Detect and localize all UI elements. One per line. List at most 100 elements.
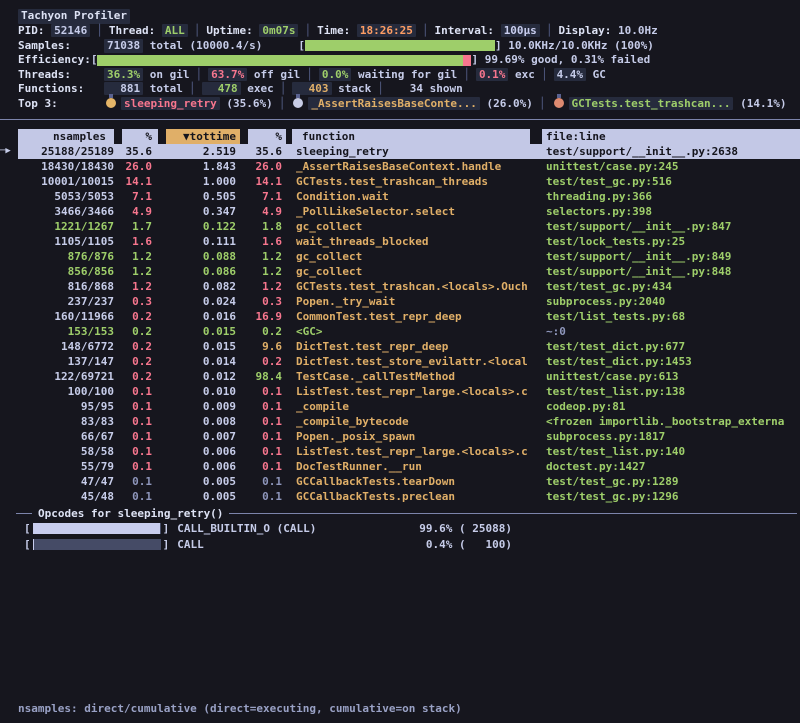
table-row[interactable]: 55/79 0.1 0.006 0.1 DocTestRunner.__run … (0, 459, 800, 474)
cell-nsamples: 137/147 (18, 354, 114, 369)
table-row[interactable]: 1221/1267 1.7 0.122 1.8 gc_collect test/… (0, 219, 800, 234)
column-header-file-line[interactable]: file:line (530, 129, 800, 144)
table-row[interactable]: 47/47 0.1 0.005 0.1 GCCallbackTests.tear… (0, 474, 800, 489)
table-row[interactable]: 10001/10015 14.1 1.000 14.1 GCTests.test… (0, 174, 800, 189)
table-row[interactable]: 100/100 0.1 0.010 0.1 ListTest.test_repr… (0, 384, 800, 399)
cell-percent-cumulative: 0.1 (240, 384, 286, 399)
top3-item: sleeping_retry (35.6%)│ (104, 97, 291, 112)
table-row[interactable]: 1105/1105 1.6 0.111 1.6 wait_threads_blo… (0, 234, 800, 249)
cell-percent-cumulative: 0.2 (240, 354, 286, 369)
table-row[interactable]: ─▶ 25188/25189 35.6 2.519 35.6 sleeping_… (0, 144, 800, 159)
table-row[interactable]: 5053/5053 7.1 0.505 7.1 Condition.wait t… (0, 189, 800, 204)
table-row[interactable]: 122/69721 0.2 0.012 98.4 TestCase._callT… (0, 369, 800, 384)
selection-cursor-icon: ─▶ (0, 144, 18, 159)
column-header-nsamples[interactable]: nsamples (18, 129, 114, 144)
opcode-name: CALL (169, 537, 204, 553)
bar-close-bracket: ] (163, 521, 170, 537)
cell-function: DocTestRunner.__run (286, 459, 530, 474)
samples-line: Samples:71038 total (10000.4/s)[] 10.0KH… (0, 39, 800, 54)
cell-function: DictTest.test_store_evilattr.<local... (286, 354, 530, 369)
table-row[interactable]: 95/95 0.1 0.009 0.1 _compile codeop.py:8… (0, 399, 800, 414)
thread-stat: 0.1% exc│ (476, 68, 554, 83)
cell-percent-cumulative: 7.1 (240, 189, 286, 204)
samples-rate-text: total (10000.4/s) (143, 39, 262, 54)
cell-tottime: 0.006 (158, 459, 240, 474)
cell-function: GCTests.test_trashcan.<locals>.Ouch... (286, 279, 530, 294)
bar-open-bracket: [ (298, 39, 305, 54)
cell-percent-direct: 0.1 (114, 489, 158, 504)
efficiency-bar-good (97, 55, 463, 66)
bar-open-bracket: [ (24, 537, 31, 553)
table-row[interactable]: 160/11966 0.2 0.016 16.9 CommonTest.test… (0, 309, 800, 324)
bar-close-bracket: ] (471, 53, 478, 68)
table-row[interactable]: 153/153 0.2 0.015 0.2 <GC> ~:0 (0, 324, 800, 339)
column-header-function[interactable]: function (286, 129, 530, 144)
cell-function: gc_collect (286, 264, 530, 279)
top3-item: GCTests.test_trashcan... (14.1%)│ (552, 97, 787, 112)
table-row[interactable]: 83/83 0.1 0.008 0.1 _compile_bytecode <f… (0, 414, 800, 429)
separator: │ (457, 68, 476, 81)
table-row[interactable]: 18430/18430 26.0 1.843 26.0 _AssertRaise… (0, 159, 800, 174)
cell-file-line: test/support/__init__.py:847 (530, 219, 800, 234)
selection-cursor-icon (0, 249, 18, 264)
selection-cursor-icon (0, 294, 18, 309)
table-row[interactable]: 66/67 0.1 0.007 0.1 Popen._posix_spawn s… (0, 429, 800, 444)
function-stat-value: 478 (202, 82, 241, 95)
cell-percent-direct: 0.2 (114, 309, 158, 324)
cell-tottime: 0.012 (158, 369, 240, 384)
status-value: 52146 (51, 24, 90, 37)
cell-function: sleeping_retry (286, 144, 530, 159)
cell-nsamples: 856/856 (18, 264, 114, 279)
opcode-row: [ ] CALL_BUILTIN_O (CALL) 99.6% ( 25088) (0, 521, 512, 537)
status-label: Time: (317, 24, 357, 39)
cell-nsamples: 3466/3466 (18, 204, 114, 219)
cell-nsamples: 45/48 (18, 489, 114, 504)
column-header-percent-cumulative[interactable]: % (240, 129, 286, 144)
cell-function: _AssertRaisesBaseContext.handle (286, 159, 530, 174)
status-value: 18:26:25 (357, 24, 416, 37)
footer-legend: nsamples: direct/cumulative (direct=exec… (18, 700, 462, 718)
function-stat-label: total (143, 82, 183, 95)
separator: │ (535, 68, 554, 81)
separator: │ (298, 24, 317, 37)
top3-percent: (14.1%) (733, 97, 786, 110)
status-segment: Thread: ALL│ (109, 24, 206, 39)
thread-stat: 63.7% off gil│ (208, 68, 319, 83)
column-header-tottime-sorted[interactable]: ▼tottime (158, 129, 240, 144)
cell-nsamples: 25188/25189 (18, 144, 114, 159)
cell-percent-direct: 1.6 (114, 234, 158, 249)
table-row[interactable]: 45/48 0.1 0.005 0.1 GCCallbackTests.prec… (0, 489, 800, 504)
cell-file-line: test/support/__init__.py:849 (530, 249, 800, 264)
function-stat-label: shown (423, 82, 463, 95)
selection-cursor-icon (0, 339, 18, 354)
column-header-percent-direct[interactable]: % (114, 129, 158, 144)
cell-file-line: test/test_dict.py:677 (530, 339, 800, 354)
table-row[interactable]: 137/147 0.2 0.014 0.2 DictTest.test_stor… (0, 354, 800, 369)
table-row[interactable]: 148/6772 0.2 0.015 9.6 DictTest.test_rep… (0, 339, 800, 354)
opcode-percent: 0.4% ( 100) (426, 537, 512, 553)
table-row[interactable]: 3466/3466 4.9 0.347 4.9 _PollLikeSelecto… (0, 204, 800, 219)
cell-nsamples: 148/6772 (18, 339, 114, 354)
table-row[interactable]: 58/58 0.1 0.006 0.1 ListTest.test_repr_l… (0, 444, 800, 459)
cell-tottime: 0.347 (158, 204, 240, 219)
cell-nsamples: 5053/5053 (18, 189, 114, 204)
table-row[interactable]: 856/856 1.2 0.086 1.2 gc_collect test/su… (0, 264, 800, 279)
medal-icon (554, 98, 564, 108)
cell-percent-cumulative: 0.1 (240, 429, 286, 444)
cell-tottime: 1.000 (158, 174, 240, 189)
selection-cursor-icon (0, 399, 18, 414)
functions-segments: 881 total│ 478 exec│ 403 stack│ 34 shown… (104, 82, 463, 97)
thread-stat-value: 4.4% (554, 68, 587, 81)
separator: │ (416, 24, 435, 37)
cell-nsamples: 153/153 (18, 324, 114, 339)
table-row[interactable]: 876/876 1.2 0.088 1.2 gc_collect test/su… (0, 249, 800, 264)
thread-stat-value: 63.7% (208, 68, 247, 81)
threads-label: Threads: (18, 68, 104, 83)
cell-percent-direct: 0.1 (114, 384, 158, 399)
table-row[interactable]: 237/237 0.3 0.024 0.3 Popen._try_wait su… (0, 294, 800, 309)
cell-percent-cumulative: 98.4 (240, 369, 286, 384)
cell-file-line: test/support/__init__.py:2638 (530, 144, 800, 159)
cell-percent-direct: 14.1 (114, 174, 158, 189)
table-row[interactable]: 816/868 1.2 0.082 1.2 GCTests.test_trash… (0, 279, 800, 294)
cell-tottime: 0.088 (158, 249, 240, 264)
